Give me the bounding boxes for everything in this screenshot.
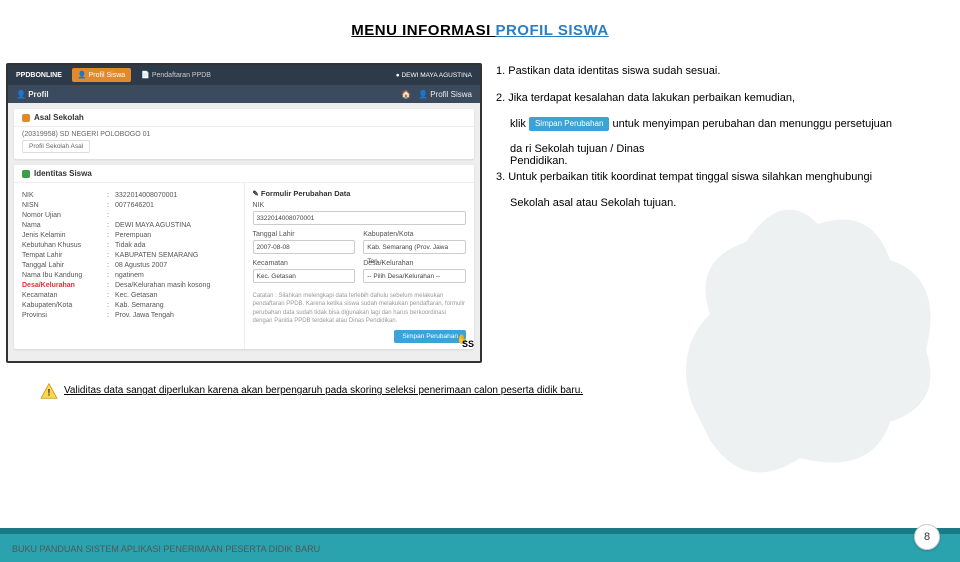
pill-profil-sekolah[interactable]: Profil Sekolah Asal — [22, 140, 90, 153]
step-2b: klik Simpan Perubahan untuk menyimpan pe… — [496, 116, 946, 133]
kv-row: Kecamatan:Kec. Getasan — [22, 292, 236, 299]
school-code: (20319958) SD NEGERI POLOBOGO 01 — [22, 131, 466, 138]
simpan-button[interactable]: Simpan Perubahan ✋ — [394, 330, 466, 343]
breadcrumb: 🏠 👤 Profil Siswa — [401, 90, 472, 99]
kv-row: Desa/Kelurahan:Desa/Kelurahan masih koso… — [22, 282, 236, 289]
tab-profil-siswa[interactable]: 👤 Profil Siswa — [72, 68, 131, 82]
simpan-inline-button: Simpan Perubahan — [529, 117, 610, 131]
step-3: 3. Untuk perbaikan titik koordinat tempa… — [496, 169, 946, 186]
tab-pendaftaran[interactable]: 📄 Pendaftaran PPDB — [141, 71, 211, 79]
kv-row: NISN:0077646201 — [22, 202, 236, 209]
warning-icon: ! — [40, 383, 58, 399]
kv-row: Kabupaten/Kota:Kab. Semarang — [22, 302, 236, 309]
app-screenshot: PPDBONLINE 👤 Profil Siswa 📄 Pendaftaran … — [6, 63, 482, 363]
footer-text: BUKU PANDUAN SISTEM APLIKASI PENERIMAAN … — [12, 544, 320, 554]
card-asal: Asal Sekolah (20319958) SD NEGERI POLOBO… — [14, 109, 474, 159]
kv-row: NIK:3322014008070001 — [22, 192, 236, 199]
page-title: MENU INFORMASI PROFIL SISWA — [0, 22, 960, 39]
kv-row: Nama Ibu Kandung:ngatinem — [22, 272, 236, 279]
step-3b: Sekolah asal atau Sekolah tujuan. — [496, 195, 946, 212]
brand: PPDBONLINE — [16, 72, 62, 79]
warning-box: ! Validitas data sangat diperlukan karen… — [40, 383, 920, 399]
kv-row: Jenis Kelamin:Perempuan — [22, 232, 236, 239]
desa-input[interactable]: -- Pilih Desa/Kelurahan -- — [363, 269, 466, 283]
kab-input[interactable]: Kab. Semarang (Prov. Jawa Ten… — [363, 240, 466, 254]
nik-input[interactable]: 3322014008070001 — [253, 211, 467, 225]
identity-icon — [22, 170, 30, 178]
identity-list: NIK:3322014008070001 NISN:0077646201 Nomor… — [14, 183, 244, 349]
kv-row: Provinsi:Prov. Jawa Tengah — [22, 312, 236, 319]
page-number: 8 — [914, 524, 940, 550]
subbar: 👤 Profil 🏠 👤 Profil Siswa — [8, 85, 480, 103]
step-2: 2. Jika terdapat kesalahan data lakukan … — [496, 90, 946, 107]
kv-row: Tempat Lahir:KABUPATEN SEMARANG — [22, 252, 236, 259]
kv-row: Nama:DEWI MAYA AGUSTINA — [22, 222, 236, 229]
svg-text:!: ! — [47, 387, 50, 398]
step-2c: da ri Sekolah tujuan / Dinas Pendidikan. — [496, 143, 946, 167]
subbar-title: 👤 Profil — [16, 90, 49, 99]
form-note: Catatan : Silahkan melengkapi data terle… — [253, 292, 467, 326]
school-icon — [22, 114, 30, 122]
kv-row: Nomor Ujian: — [22, 212, 236, 219]
step-1: 1. Pastikan data identitas siswa sudah s… — [496, 63, 946, 80]
card-identitas: Identitas Siswa NIK:3322014008070001NISN… — [14, 165, 474, 349]
form-panel: ✎ Formulir Perubahan Data NIK33220140080… — [244, 183, 475, 349]
topbar: PPDBONLINE 👤 Profil Siswa 📄 Pendaftaran … — [8, 65, 480, 85]
kv-row: Kebutuhan Khusus:Tidak ada — [22, 242, 236, 249]
kv-row: Tanggal Lahir:08 Agustus 2007 — [22, 262, 236, 269]
instructions: 1. Pastikan data identitas siswa sudah s… — [496, 63, 946, 363]
user-name[interactable]: ● DEWI MAYA AGUSTINA — [396, 72, 472, 79]
tgl-lahir-input[interactable]: 2007-08-08 — [253, 240, 356, 254]
ss-label: SS — [462, 339, 474, 349]
kec-input[interactable]: Kec. Getasan — [253, 269, 356, 283]
